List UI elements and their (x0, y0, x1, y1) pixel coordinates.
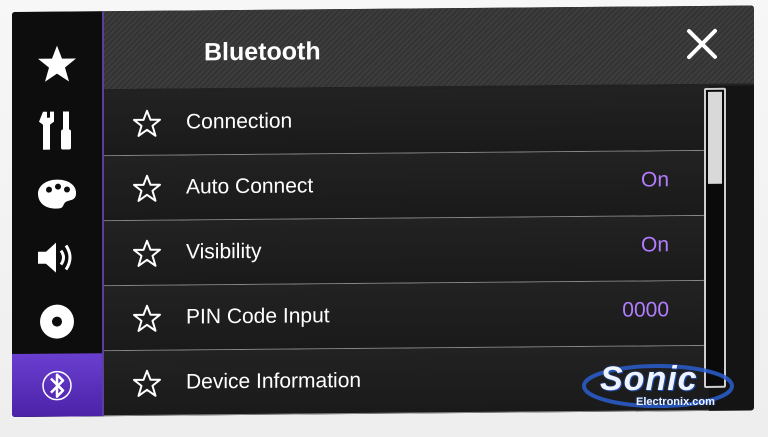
star-icon (38, 45, 76, 82)
sidebar-item-disc[interactable] (12, 289, 102, 354)
list-item-label: Auto Connect (186, 174, 314, 199)
list-item-connection[interactable]: Connection (104, 85, 709, 157)
list-item-label: Device Information (186, 368, 362, 394)
sidebar-item-favorites[interactable] (12, 31, 102, 96)
favorite-star-icon[interactable] (132, 369, 162, 399)
palette-icon (38, 179, 77, 209)
speaker-icon (38, 242, 72, 273)
favorite-star-icon[interactable] (132, 174, 162, 204)
head-unit-screen: Bluetooth Connection Auto Connect On Vis… (12, 5, 754, 418)
watermark-logo: Sonic Electronix.com (578, 360, 748, 416)
list-item-value: On (640, 168, 669, 192)
header-bar: Bluetooth (104, 5, 754, 92)
bluetooth-icon (42, 370, 72, 400)
list-item-auto-connect[interactable]: Auto Connect On (104, 150, 709, 222)
favorite-star-icon[interactable] (132, 239, 162, 269)
sidebar-item-settings[interactable] (12, 97, 102, 162)
list-item-label: PIN Code Input (186, 304, 330, 329)
sidebar-item-audio[interactable] (12, 225, 102, 290)
sidebar-item-bluetooth[interactable] (12, 353, 102, 417)
list-item-value: On (640, 233, 669, 257)
watermark-subtext: Electronix.com (636, 396, 715, 408)
disc-icon (40, 304, 74, 339)
list-item-visibility[interactable]: Visibility On (104, 215, 709, 287)
list-item-pin-code-input[interactable]: PIN Code Input 0000 (104, 280, 709, 352)
scrollbar-thumb[interactable] (708, 91, 722, 184)
favorite-star-icon[interactable] (132, 109, 162, 139)
close-icon[interactable] (684, 26, 720, 62)
watermark-brand: Sonic (600, 360, 698, 398)
list-item-label: Visibility (186, 239, 262, 264)
sidebar-item-theme[interactable] (12, 161, 102, 226)
list-item-value: 0000 (622, 298, 669, 322)
tools-icon (39, 111, 71, 150)
sidebar (12, 11, 104, 417)
list-item-label: Connection (186, 109, 293, 134)
favorite-star-icon[interactable] (132, 304, 162, 334)
scrollbar[interactable] (704, 87, 726, 388)
page-title: Bluetooth (204, 37, 321, 67)
